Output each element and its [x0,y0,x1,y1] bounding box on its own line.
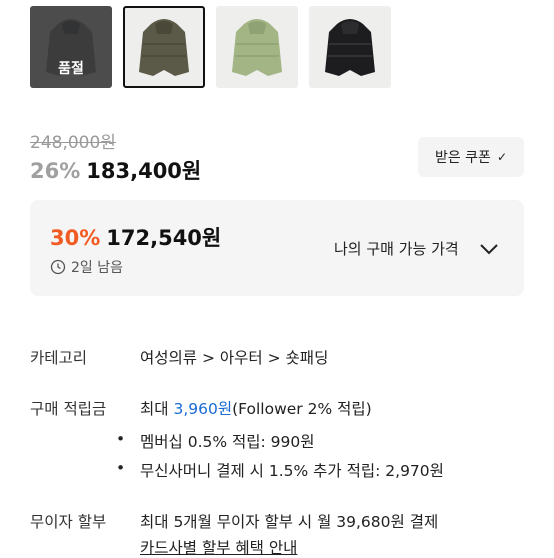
my-price: 172,540원 [106,226,222,250]
points-bullet: 멤버십 0.5% 적립: 990원 [116,430,315,452]
installment-text: 최대 5개월 무이자 할부 시 월 39,680원 결제 [140,513,439,531]
color-thumbnails: 품절 [30,6,391,88]
my-discount-percent: 30% [50,226,101,250]
points-bullet-text: 멤버십 0.5% 적립: 990원 [140,433,315,451]
jacket-image [232,19,282,76]
jacket-image [139,19,189,76]
points-value: 최대 3,960원(Follower 2% 적립) [140,397,372,419]
installment-benefit-link[interactable]: 카드사별 할부 혜택 안내 [140,539,297,557]
time-left: 2일 남음 [50,257,123,277]
discount-percent: 26% [30,159,81,183]
points-amount: 3,960원 [173,400,233,418]
thumbnail-sage[interactable] [216,6,298,88]
points-bullet: 무신사머니 결제 시 1.5% 추가 적립: 2,970원 [116,459,444,481]
thumbnail-gray[interactable]: 품절 [30,6,112,88]
chevron-down-icon [480,244,498,255]
points-suffix: (Follower 2% 적립) [232,400,372,418]
points-bullet-text: 무신사머니 결제 시 1.5% 추가 적립: 2,970원 [140,462,444,480]
coupon-button-label: 받은 쿠폰 [434,150,491,166]
thumbnail-olive[interactable] [123,6,205,88]
points-prefix: 최대 [140,400,169,418]
soldout-label: 품절 [58,61,84,77]
jacket-image [325,19,375,76]
check-icon: ✓ [496,150,508,164]
category-label: 카테고리 [30,349,88,367]
my-price-box[interactable]: 30% 172,540원 2일 남음 나의 구매 가능 가격 [30,200,524,296]
installment-label: 무이자 할부 [30,513,107,531]
my-price-row: 30% 172,540원 [50,222,221,252]
sale-price-row: 26% 183,400원 [30,155,201,185]
category-item[interactable]: 아우터 [220,349,263,367]
coupon-button[interactable]: 받은 쿠폰 ✓ [418,137,524,177]
time-left-text: 2일 남음 [71,260,123,276]
thumbnail-black[interactable] [309,6,391,88]
my-price-label: 나의 구매 가능 가격 [334,240,459,258]
points-label: 구매 적립금 [30,400,107,418]
category-item[interactable]: 여성의류 [140,349,197,367]
chevron-right-icon: > [201,349,220,367]
category-item[interactable]: 숏패딩 [286,349,329,367]
clock-icon [50,259,66,275]
original-price: 248,000원 [30,133,116,153]
installment-link-row: 카드사별 할부 혜택 안내 [140,536,297,558]
category-breadcrumb: 여성의류 > 아우터 > 숏패딩 [140,346,328,368]
chevron-right-icon: > [267,349,286,367]
sale-price: 183,400원 [86,159,202,183]
